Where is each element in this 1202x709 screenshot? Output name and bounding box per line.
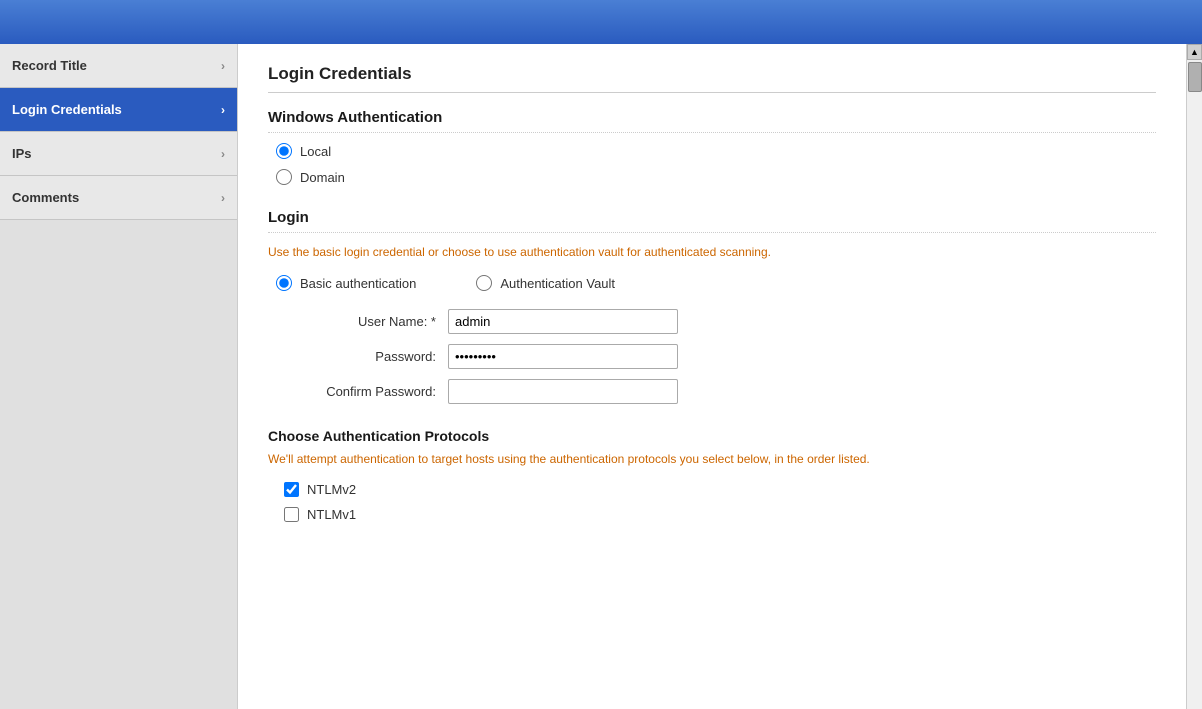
form-label-username: User Name: * xyxy=(276,314,436,329)
sidebar-item-label: Record Title xyxy=(12,58,87,73)
form-label-password: Password: xyxy=(276,349,436,364)
form-row-username: User Name: * xyxy=(276,309,1156,334)
main-content: Login Credentials Windows Authentication L… xyxy=(238,44,1186,709)
radio-auth-vault[interactable] xyxy=(476,275,492,291)
sidebar-item-ips[interactable]: IPs › xyxy=(0,132,237,176)
form-label-confirm-password: Confirm Password: xyxy=(276,384,436,399)
login-heading: Login xyxy=(268,209,1156,233)
checkbox-label-ntlmv1: NTLMv1 xyxy=(307,507,356,522)
auth-option-label-vault: Authentication Vault xyxy=(500,276,615,291)
sidebar-item-comments[interactable]: Comments › xyxy=(0,176,237,220)
radio-domain[interactable] xyxy=(276,169,292,185)
chevron-right-icon: › xyxy=(221,191,225,205)
radio-label-local: Local xyxy=(300,144,331,159)
protocols-section: Choose Authentication Protocols We'll att… xyxy=(268,428,1156,522)
checkbox-ntlmv1[interactable] xyxy=(284,507,299,522)
sidebar-item-record-title[interactable]: Record Title › xyxy=(0,44,237,88)
protocols-info-text: We'll attempt authentication to target h… xyxy=(268,450,1156,468)
login-info-text: Use the basic login credential or choose… xyxy=(268,243,1156,261)
scrollbar-up-arrow[interactable]: ▲ xyxy=(1187,44,1202,60)
radio-local[interactable] xyxy=(276,143,292,159)
page-header xyxy=(0,0,1202,44)
chevron-right-icon: › xyxy=(221,103,225,117)
windows-auth-radio-group: Local Domain xyxy=(276,143,1156,185)
auth-options-group: Basic authentication Authentication Vault xyxy=(276,275,1156,291)
checkbox-label-ntlmv2: NTLMv2 xyxy=(307,482,356,497)
form-input-password[interactable] xyxy=(448,344,678,369)
form-input-username[interactable] xyxy=(448,309,678,334)
auth-option-basic[interactable]: Basic authentication xyxy=(276,275,416,291)
radio-option-local[interactable]: Local xyxy=(276,143,1156,159)
sidebar-item-login-credentials[interactable]: Login Credentials › xyxy=(0,88,237,132)
windows-auth-heading: Windows Authentication xyxy=(268,109,1156,133)
auth-option-vault[interactable]: Authentication Vault xyxy=(476,275,615,291)
scrollbar-track[interactable]: ▲ xyxy=(1186,44,1202,709)
auth-option-label-basic: Basic authentication xyxy=(300,276,416,291)
section-title: Login Credentials xyxy=(268,64,1156,93)
checkbox-ntlmv2[interactable] xyxy=(284,482,299,497)
radio-label-domain: Domain xyxy=(300,170,345,185)
scrollbar-thumb[interactable] xyxy=(1188,62,1202,92)
chevron-right-icon: › xyxy=(221,59,225,73)
sidebar: Record Title›Login Credentials›IPs›Comme… xyxy=(0,44,238,709)
sidebar-item-label: Login Credentials xyxy=(12,102,122,117)
login-section: Login Use the basic login credential or c… xyxy=(268,209,1156,404)
main-layout: Record Title›Login Credentials›IPs›Comme… xyxy=(0,44,1202,709)
sidebar-item-label: Comments xyxy=(12,190,79,205)
checkbox-option-ntlmv2[interactable]: NTLMv2 xyxy=(284,482,1156,497)
radio-auth-basic[interactable] xyxy=(276,275,292,291)
protocols-heading: Choose Authentication Protocols xyxy=(268,428,1156,444)
windows-auth-section: Windows Authentication Local Domain xyxy=(268,109,1156,185)
sidebar-item-label: IPs xyxy=(12,146,32,161)
radio-option-domain[interactable]: Domain xyxy=(276,169,1156,185)
form-row-password: Password: xyxy=(276,344,1156,369)
login-form-grid: User Name: * Password: Confirm Password: xyxy=(276,309,1156,404)
checkbox-option-ntlmv1[interactable]: NTLMv1 xyxy=(284,507,1156,522)
form-input-confirm-password[interactable] xyxy=(448,379,678,404)
form-row-confirm-password: Confirm Password: xyxy=(276,379,1156,404)
chevron-right-icon: › xyxy=(221,147,225,161)
